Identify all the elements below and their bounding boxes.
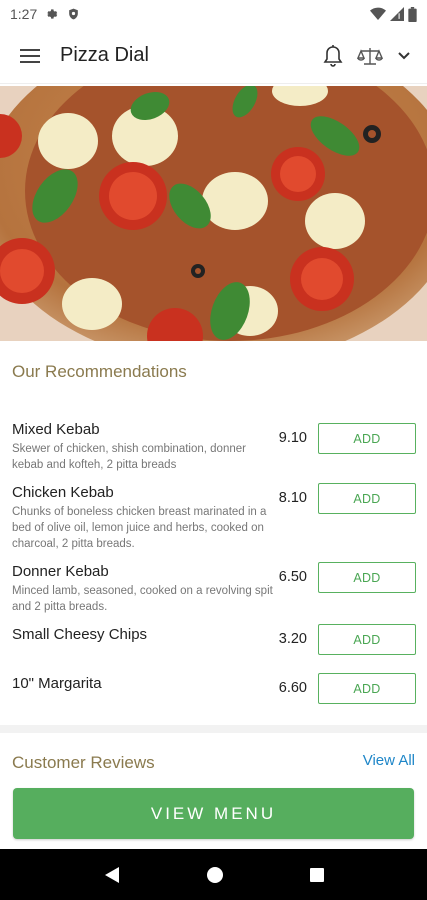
add-button-donner-kebab[interactable]: ADD xyxy=(318,562,416,593)
item-name: Mixed Kebab xyxy=(12,421,100,438)
status-time: 1:27 xyxy=(10,6,38,22)
recommendations-title: Our Recommendations xyxy=(12,362,187,381)
chevron-down-icon[interactable] xyxy=(397,51,411,61)
add-button-chicken-kebab[interactable]: ADD xyxy=(318,483,416,514)
item-price: 6.50 xyxy=(278,569,307,585)
view-all-reviews-link[interactable]: View All xyxy=(363,752,415,769)
shield-icon xyxy=(69,8,79,20)
home-icon[interactable] xyxy=(206,866,224,884)
add-button-10-margarita[interactable]: ADD xyxy=(318,673,416,704)
system-nav-bar xyxy=(0,849,427,900)
app-title: Pizza Dial xyxy=(60,44,149,66)
item-name: Small Cheesy Chips xyxy=(12,626,148,643)
back-icon[interactable] xyxy=(103,866,121,884)
app-bar: Pizza Dial xyxy=(0,28,427,84)
bell-icon[interactable] xyxy=(323,44,343,68)
item-description: Minced lamb, seasoned, cooked on a revol… xyxy=(12,585,273,613)
item-price: 9.10 xyxy=(278,430,307,446)
settings-icon xyxy=(47,9,58,19)
signal-icon xyxy=(390,7,404,21)
wifi-icon xyxy=(370,7,386,20)
scale-icon[interactable] xyxy=(357,46,383,66)
status-bar: 1:27 xyxy=(0,0,427,28)
view-menu-button[interactable]: VIEW MENU xyxy=(13,788,414,839)
item-price: 8.10 xyxy=(278,490,307,506)
item-description: Skewer of chicken, shish combination, do… xyxy=(12,443,246,471)
recents-icon[interactable] xyxy=(309,867,325,883)
item-description: Chunks of boneless chicken breast marina… xyxy=(12,506,267,550)
menu-button[interactable] xyxy=(0,28,60,84)
add-button-mixed-kebab[interactable]: ADD xyxy=(318,423,416,454)
reviews-title: Customer Reviews xyxy=(12,753,155,772)
item-name: Donner Kebab xyxy=(12,563,109,580)
item-name: Chicken Kebab xyxy=(12,484,114,501)
item-price: 6.60 xyxy=(278,680,307,696)
battery-icon xyxy=(408,6,417,22)
section-divider xyxy=(0,725,427,733)
hero-pizza-image xyxy=(0,86,427,341)
hamburger-menu-icon xyxy=(20,48,40,63)
add-button-small-cheesy-chips[interactable]: ADD xyxy=(318,624,416,655)
item-name: 10" Margarita xyxy=(12,675,102,692)
item-price: 3.20 xyxy=(278,631,307,647)
pizza-illustration xyxy=(0,86,427,341)
